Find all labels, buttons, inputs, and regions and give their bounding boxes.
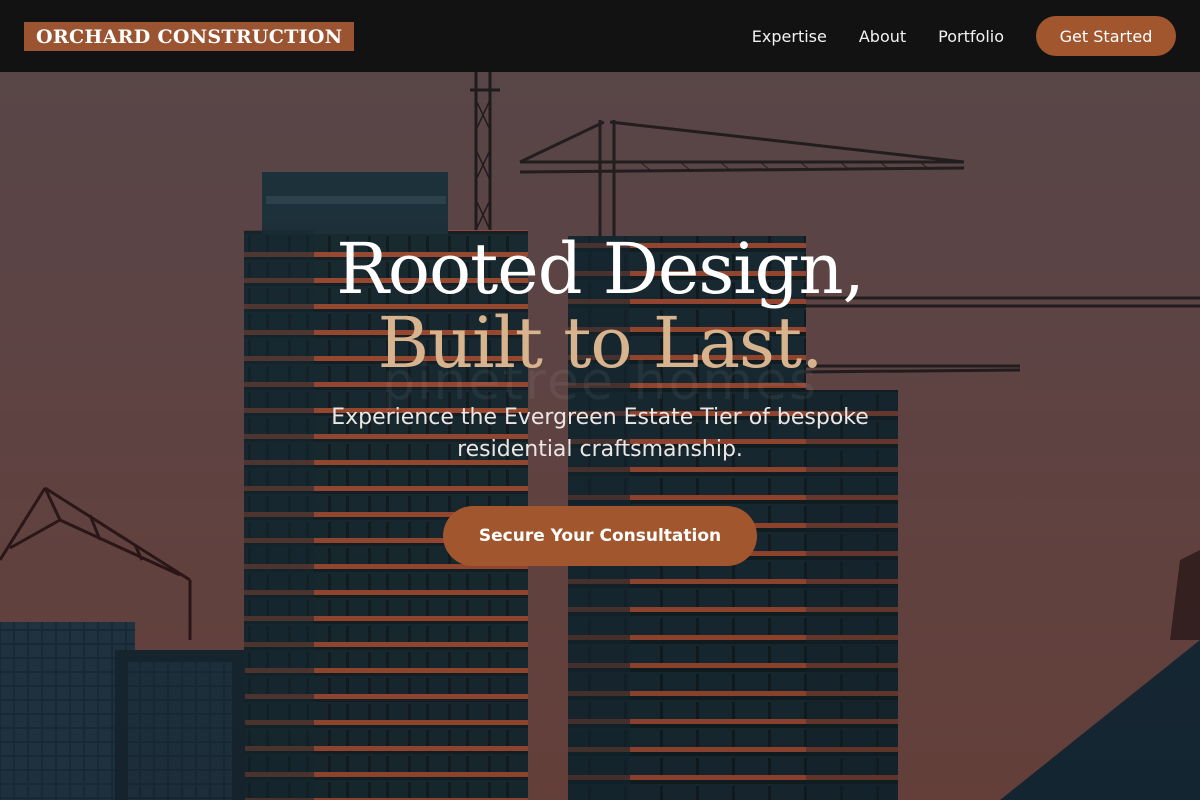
top-navbar: ORCHARD CONSTRUCTION Expertise About Por…: [0, 0, 1200, 72]
brand-logo[interactable]: ORCHARD CONSTRUCTION: [24, 21, 355, 51]
get-started-button[interactable]: Get Started: [1036, 16, 1176, 56]
headline-line-accent: Built to Last.: [377, 302, 824, 384]
hero-section: Rooted Design, Built to Last. Experience…: [0, 0, 1200, 800]
headline-line-primary: Rooted Design,: [336, 228, 865, 310]
nav-menu: Expertise About Portfolio Get Started: [752, 16, 1176, 56]
hero-headline: Rooted Design, Built to Last.: [0, 232, 1200, 380]
nav-link-portfolio[interactable]: Portfolio: [938, 27, 1004, 46]
page: pinetree homes ORCHARD CONSTRUCTION Expe…: [0, 0, 1200, 800]
secure-consultation-button[interactable]: Secure Your Consultation: [443, 506, 757, 566]
nav-link-about[interactable]: About: [859, 27, 906, 46]
hero-subheadline: Experience the Evergreen Estate Tier of …: [331, 405, 869, 462]
nav-link-expertise[interactable]: Expertise: [752, 27, 827, 46]
